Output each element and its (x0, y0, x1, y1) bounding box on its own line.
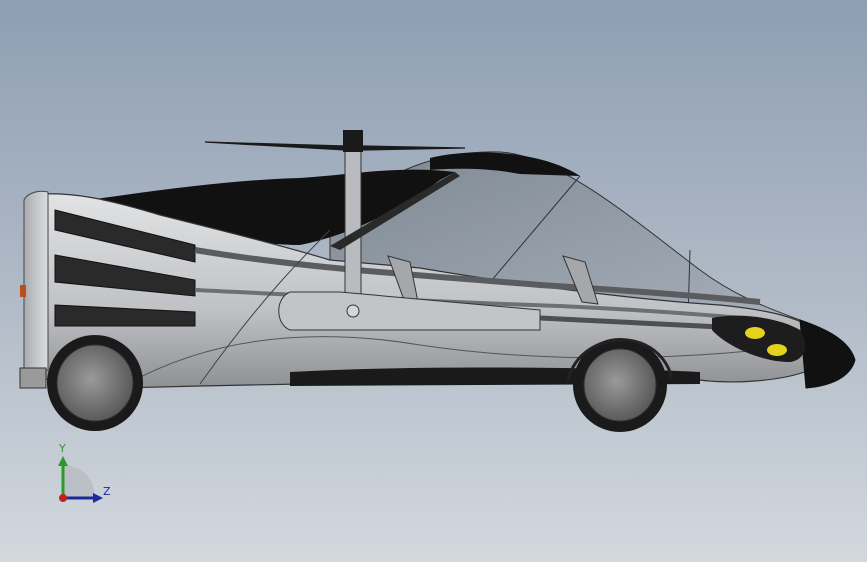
axis-y-label: Y (59, 442, 66, 455)
flying-car-model[interactable] (0, 0, 867, 562)
rotor-hub (343, 130, 363, 152)
tail-panel (23, 190, 49, 371)
rotor-mast (344, 139, 362, 313)
z-axis-arrow (93, 493, 103, 503)
rear-bumper (19, 367, 47, 389)
tail-light (20, 285, 26, 297)
triad-plane (63, 465, 95, 498)
headlight-left (745, 327, 765, 339)
headlight-right (767, 344, 787, 356)
graphics-viewport[interactable]: Y Z (0, 0, 867, 562)
x-axis-origin (59, 494, 67, 502)
axis-z-label: Z (103, 485, 111, 498)
pod-joint (346, 304, 360, 318)
rotor-blade (204, 141, 466, 151)
nose-cone (799, 319, 856, 389)
y-axis-arrow (58, 456, 68, 466)
rear-wheel (47, 335, 143, 431)
coordinate-triad (58, 456, 103, 503)
